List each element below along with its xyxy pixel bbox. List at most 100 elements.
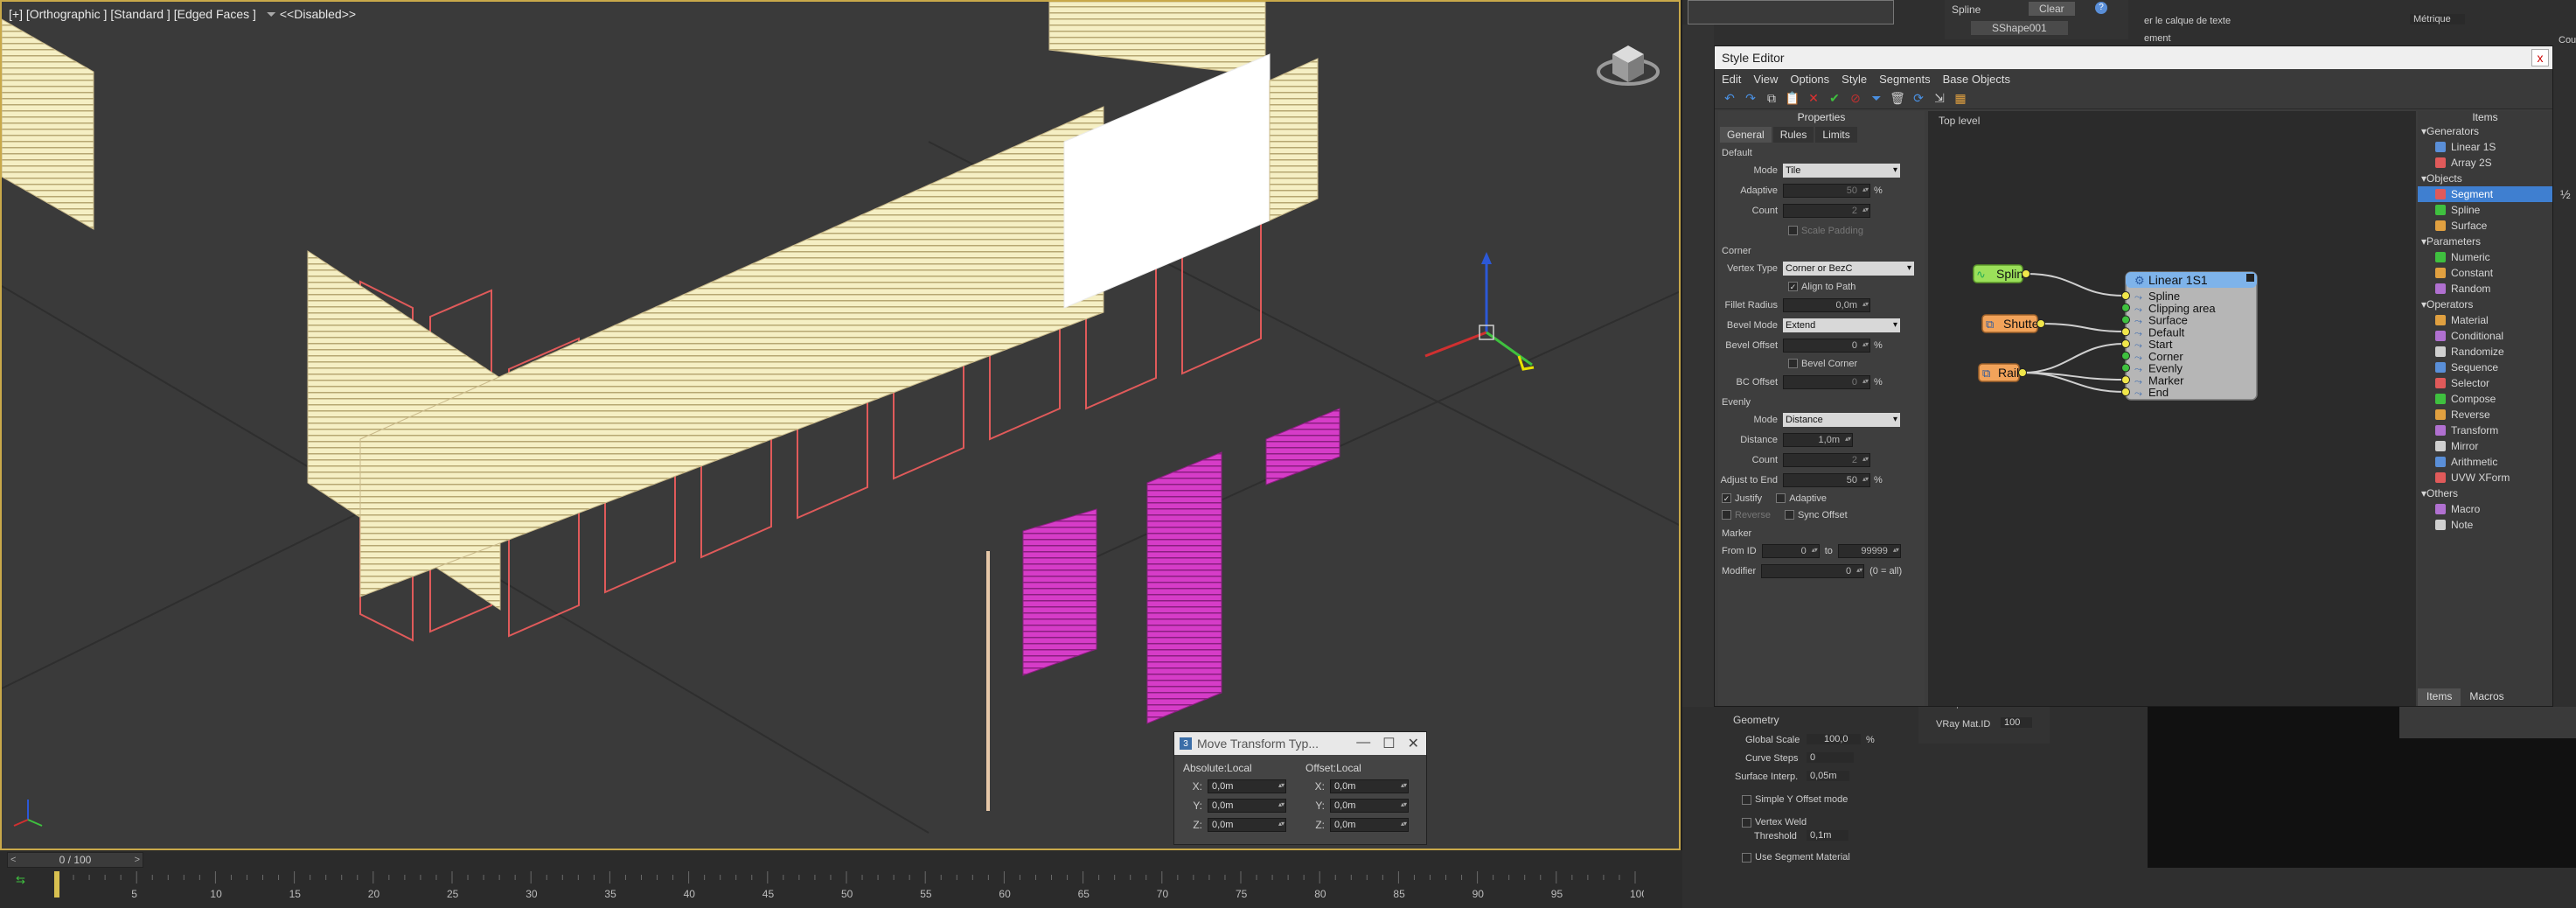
input-port[interactable] (2121, 363, 2130, 373)
tab-macros[interactable]: Macros (2461, 688, 2512, 706)
off-x-input[interactable]: 0,0m (1330, 779, 1409, 793)
maximize-icon[interactable]: ☐ (1382, 735, 1395, 752)
time-cursor[interactable] (54, 871, 59, 898)
layout-icon[interactable]: ▦ (1953, 91, 1968, 107)
input-port[interactable] (2121, 339, 2130, 348)
items-list-item[interactable]: Note (2418, 517, 2552, 533)
shape-name-field[interactable]: SShape001 (1971, 21, 2068, 35)
items-list-item[interactable]: Random (2418, 281, 2552, 297)
tab-limits[interactable]: Limits (1815, 127, 1857, 143)
bevel-corner-checkbox[interactable]: Bevel Corner (1788, 359, 1857, 369)
menu-base-objects[interactable]: Base Objects (1943, 73, 2010, 86)
items-list-item[interactable]: UVW XForm (2418, 470, 2552, 485)
move-transform-dialog[interactable]: 3 Move Transform Typ... — ☐ ✕ Absolute:L… (1173, 731, 1427, 845)
tab-items[interactable]: Items (2418, 688, 2461, 706)
distance-input[interactable]: 1,0m (1783, 432, 1853, 447)
refresh-icon[interactable]: ⟳ (1911, 91, 1926, 107)
items-list-item[interactable]: Mirror (2418, 438, 2552, 454)
input-port[interactable] (2121, 291, 2130, 300)
transform-gizmo[interactable] (1424, 252, 1535, 371)
from-id-input[interactable]: 0 (1761, 543, 1820, 558)
adjust-to-end-input[interactable]: 50 (1783, 472, 1870, 487)
adaptive-input[interactable]: 50 (1783, 183, 1870, 198)
reverse-checkbox[interactable]: Reverse (1722, 510, 1771, 520)
menu-style[interactable]: Style (1841, 73, 1867, 86)
items-list-item[interactable]: Linear 1S (2418, 139, 2552, 155)
count-input[interactable]: 2 (1783, 203, 1870, 218)
simple-y-offset-checkbox[interactable]: Simple Y Offset mode (1742, 794, 1848, 805)
units-dropdown[interactable]: Métrique (2410, 14, 2465, 24)
input-port[interactable] (2121, 327, 2130, 337)
bevel-offset-input[interactable]: 0 (1783, 338, 1870, 353)
vray-mat-input[interactable]: 100 (2001, 717, 2033, 728)
use-segment-material-checkbox[interactable]: Use Segment Material (1742, 852, 1850, 863)
node-graph-canvas[interactable]: Top level Spline ∿ Shutter ⧉ Rail ⧉ ⚙ Li… (1928, 111, 2416, 706)
items-group[interactable]: ▾ Operators (2418, 297, 2552, 312)
justify-checkbox[interactable]: ✓ Justify (1722, 493, 1762, 504)
style-editor-window[interactable]: Style Editor x Edit View Options Style S… (1714, 45, 2553, 707)
apply-icon[interactable]: ✔ (1827, 91, 1842, 107)
vertex-type-dropdown[interactable]: Corner or BezC (1783, 261, 1914, 276)
threshold-input[interactable]: 0,1m (1807, 830, 1849, 841)
vertex-weld-checkbox[interactable]: Vertex Weld (1742, 817, 1807, 828)
menu-options[interactable]: Options (1790, 73, 1829, 86)
abs-z-input[interactable]: 0,0m (1208, 818, 1286, 832)
style-editor-titlebar[interactable]: Style Editor x (1715, 46, 2552, 69)
menu-view[interactable]: View (1753, 73, 1778, 86)
paste-icon[interactable]: 📋 (1785, 91, 1800, 107)
copy-icon[interactable]: ⧉ (1764, 91, 1779, 107)
items-list-item[interactable]: Surface (2418, 218, 2552, 234)
tab-general[interactable]: General (1720, 127, 1772, 143)
help-icon[interactable]: ? (2095, 2, 2107, 14)
items-group[interactable]: ▾ Generators (2418, 123, 2552, 139)
cancel-icon[interactable]: ⊘ (1848, 91, 1863, 107)
node-graph[interactable]: Spline ∿ Shutter ⧉ Rail ⧉ ⚙ Linear 1S1 ⤳… (1928, 111, 2416, 706)
to-id-input[interactable]: 99999 (1837, 543, 1901, 558)
close-icon[interactable]: ✕ (1408, 735, 1419, 752)
input-port[interactable] (2121, 315, 2130, 325)
bc-offset-input[interactable]: 0 (1783, 374, 1870, 389)
minimize-icon[interactable]: — (1356, 735, 1370, 752)
time-prev-icon[interactable]: < (10, 855, 16, 865)
scale-padding-checkbox[interactable]: Scale Padding (1788, 226, 1863, 236)
linear-node-close-icon[interactable] (2246, 274, 2254, 282)
export-icon[interactable]: ⇲ (1932, 91, 1947, 107)
rail-node[interactable]: Rail ⧉ (1978, 363, 2027, 382)
redo-icon[interactable]: ↷ (1743, 91, 1758, 107)
linear-node[interactable]: ⚙ Linear 1S1 ⤳ Spline ⤳ Clipping area ⤳ Surfa… (2121, 271, 2258, 401)
top-left-field[interactable] (1688, 0, 1894, 24)
key-filter-icon[interactable]: ⇆ (16, 873, 25, 887)
shutter-node[interactable]: Shutter ⧉ (1981, 314, 2045, 333)
time-slider[interactable]: < 0 / 100 > (7, 852, 143, 868)
items-list-item[interactable]: Segment (2418, 186, 2552, 202)
items-list-item[interactable]: Selector (2418, 375, 2552, 391)
spline-node[interactable]: Spline ∿ (1973, 264, 2030, 283)
viewport-label[interactable]: [+] [Orthographic ] [Standard ] [Edged F… (9, 7, 356, 22)
menu-segments[interactable]: Segments (1879, 73, 1931, 86)
input-port[interactable] (2121, 351, 2130, 360)
scene-canvas[interactable] (2, 2, 1681, 850)
items-list-item[interactable]: Reverse (2418, 407, 2552, 423)
items-list-item[interactable]: Spline (2418, 202, 2552, 218)
items-list-item[interactable]: Arithmetic (2418, 454, 2552, 470)
items-list-item[interactable]: Conditional (2418, 328, 2552, 344)
items-list-item[interactable]: Macro (2418, 501, 2552, 517)
bevel-mode-dropdown[interactable]: Extend (1783, 318, 1900, 332)
items-list-item[interactable]: Numeric (2418, 249, 2552, 265)
items-group[interactable]: ▾ Parameters (2418, 234, 2552, 249)
items-list-item[interactable]: Transform (2418, 423, 2552, 438)
off-z-input[interactable]: 0,0m (1330, 818, 1409, 832)
items-list-item[interactable]: Compose (2418, 391, 2552, 407)
viewport-label-text[interactable]: [+] [Orthographic ] [Standard ] [Edged F… (9, 7, 256, 21)
fillet-radius-input[interactable]: 0,0m (1783, 297, 1870, 312)
off-y-input[interactable]: 0,0m (1330, 799, 1409, 813)
viewcube-icon[interactable] (1593, 28, 1663, 89)
dialog-titlebar[interactable]: 3 Move Transform Typ... — ☐ ✕ (1174, 732, 1426, 755)
filter-icon[interactable]: ⏷ (1869, 91, 1884, 107)
items-group[interactable]: ▾ Others (2418, 485, 2552, 501)
surface-interp-input[interactable]: 0,05m (1807, 771, 1849, 781)
items-list-item[interactable]: Sequence (2418, 360, 2552, 375)
timeline[interactable]: < 0 / 100 > ⇆ 5 10 15 20 25 30 35 40 45 50 55 60 65 7… (0, 850, 1682, 908)
input-port[interactable] (2121, 375, 2130, 385)
adaptive-checkbox[interactable]: Adaptive (1776, 493, 1827, 504)
